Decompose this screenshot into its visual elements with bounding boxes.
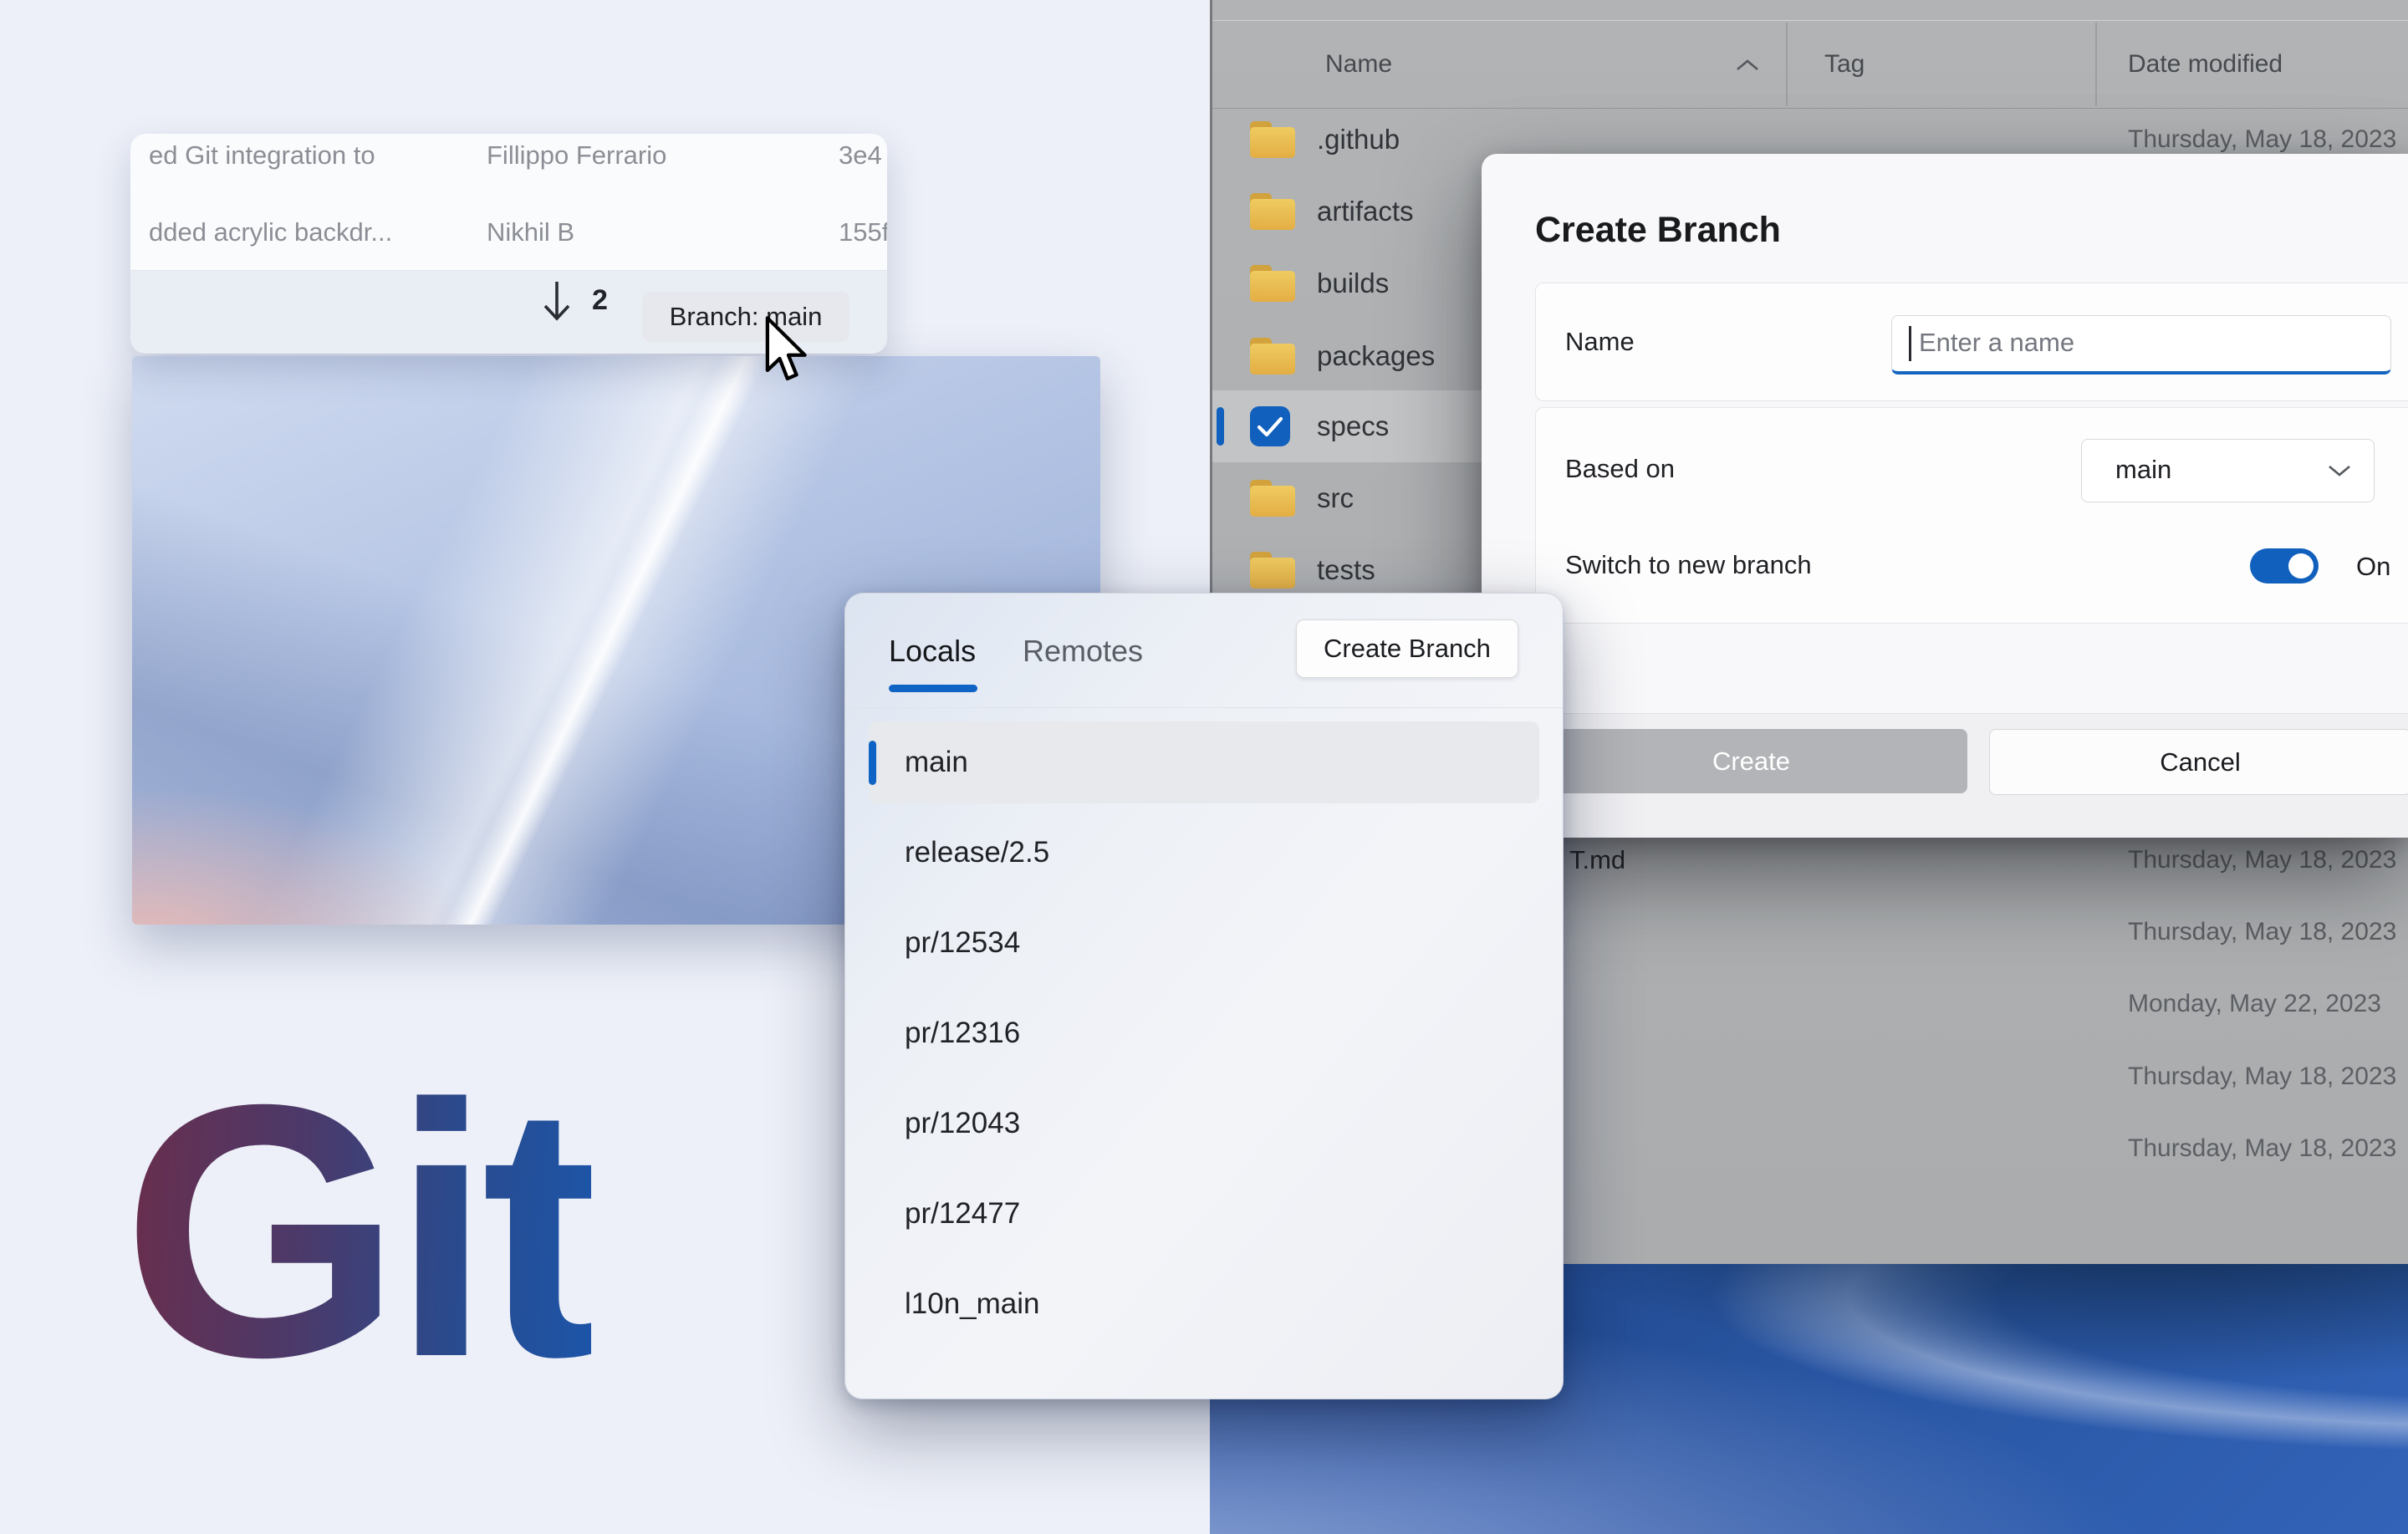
git-wordmark: Git	[122, 1052, 591, 1411]
date-modified: Thursday, May 18, 2023	[2128, 896, 2396, 968]
column-divider[interactable]	[2095, 23, 2097, 106]
branch-item[interactable]: pr/12316	[869, 992, 1539, 1074]
branch-item-main-selected[interactable]: main	[869, 721, 1539, 803]
switch-to-new-branch-label: Switch to new branch	[1565, 550, 1812, 580]
branch-name-input[interactable]: Enter a name	[1891, 315, 2391, 375]
text-caret	[1909, 326, 1911, 361]
commit-row[interactable]: ed Git integration to Fillippo Ferrario …	[130, 140, 887, 174]
dropdown-selected-value: main	[2115, 440, 2171, 500]
branch-item[interactable]: pr/12043	[869, 1083, 1539, 1165]
divider	[845, 707, 1563, 708]
folder-name: artifacts	[1317, 176, 1414, 247]
create-button-disabled[interactable]: Create	[1535, 729, 1967, 793]
column-header-date-modified[interactable]: Date modified	[2128, 21, 2283, 108]
folder-name: src	[1317, 462, 1354, 534]
folder-icon	[1250, 121, 1295, 158]
branch-item[interactable]: l10n_main	[869, 1263, 1539, 1345]
branch-item[interactable]: pr/12477	[869, 1173, 1539, 1255]
checked-checkbox-icon[interactable]	[1250, 406, 1290, 446]
commit-rows: ed Git integration to Fillippo Ferrario …	[130, 134, 887, 271]
folder-name: specs	[1317, 390, 1389, 462]
name-label: Name	[1565, 327, 1635, 357]
active-tab-indicator	[889, 685, 977, 692]
mouse-cursor-icon	[764, 314, 809, 386]
branch-main-button[interactable]: Branch: main	[642, 292, 849, 342]
folder-icon	[1250, 552, 1295, 589]
date-modified: Monday, May 22, 2023	[2128, 968, 2381, 1040]
file-list-header: Name Tag Date modified	[1212, 20, 2408, 109]
commit-message: ed Git integration to	[149, 140, 375, 171]
commit-hash: 3e4	[839, 140, 882, 171]
commit-message: dded acrylic backdr...	[149, 217, 392, 247]
branch-item[interactable]: release/2.5	[869, 812, 1539, 894]
folder-icon	[1250, 338, 1295, 375]
folder-icon	[1250, 265, 1295, 302]
git-feature-composite: Git ed Git integration to Fillippo Ferra…	[0, 0, 2408, 1534]
selected-branch-indicator	[869, 741, 876, 785]
input-placeholder: Enter a name	[1919, 316, 2074, 371]
folder-name: packages	[1317, 320, 1435, 392]
column-header-tag[interactable]: Tag	[1824, 21, 1865, 108]
incoming-commit-count: 2	[592, 284, 608, 317]
column-divider[interactable]	[1786, 23, 1788, 106]
column-header-name[interactable]: Name	[1325, 21, 1392, 108]
selection-indicator	[1217, 407, 1224, 446]
cancel-button[interactable]: Cancel	[1989, 729, 2408, 795]
toggle-knob	[2288, 553, 2314, 578]
tab-locals[interactable]: Locals	[889, 634, 976, 669]
date-modified: Thursday, May 18, 2023	[2128, 1041, 2396, 1113]
dialog-title: Create Branch	[1535, 210, 1781, 251]
chevron-down-icon	[2327, 463, 2352, 478]
folder-name: builds	[1317, 247, 1389, 319]
toggle-state-label: On	[2356, 552, 2390, 582]
based-on-dropdown[interactable]: main	[2081, 439, 2375, 502]
commit-author: Fillippo Ferrario	[487, 140, 666, 171]
commit-row[interactable]: dded acrylic backdr... Nikhil B 155f	[130, 217, 887, 251]
switch-toggle-on[interactable]	[2250, 548, 2319, 584]
sort-ascending-icon[interactable]	[1735, 58, 1760, 73]
folder-icon	[1250, 480, 1295, 517]
tab-remotes[interactable]: Remotes	[1023, 634, 1143, 669]
based-on-label: Based on	[1565, 454, 1675, 484]
create-branch-button[interactable]: Create Branch	[1296, 619, 1518, 678]
folder-name: .github	[1317, 104, 1400, 176]
create-branch-dialog: Create Branch Name Enter a name Based on…	[1482, 154, 2408, 838]
commit-hash: 155f	[839, 217, 887, 247]
commit-author: Nikhil B	[487, 217, 574, 247]
folder-icon	[1250, 193, 1295, 230]
date-modified: Thursday, May 18, 2023	[2128, 1113, 2396, 1185]
arrow-down-icon	[540, 280, 574, 324]
branch-item[interactable]: pr/12534	[869, 902, 1539, 984]
branch-flyout: Locals Remotes Create Branch main releas…	[844, 593, 1564, 1399]
